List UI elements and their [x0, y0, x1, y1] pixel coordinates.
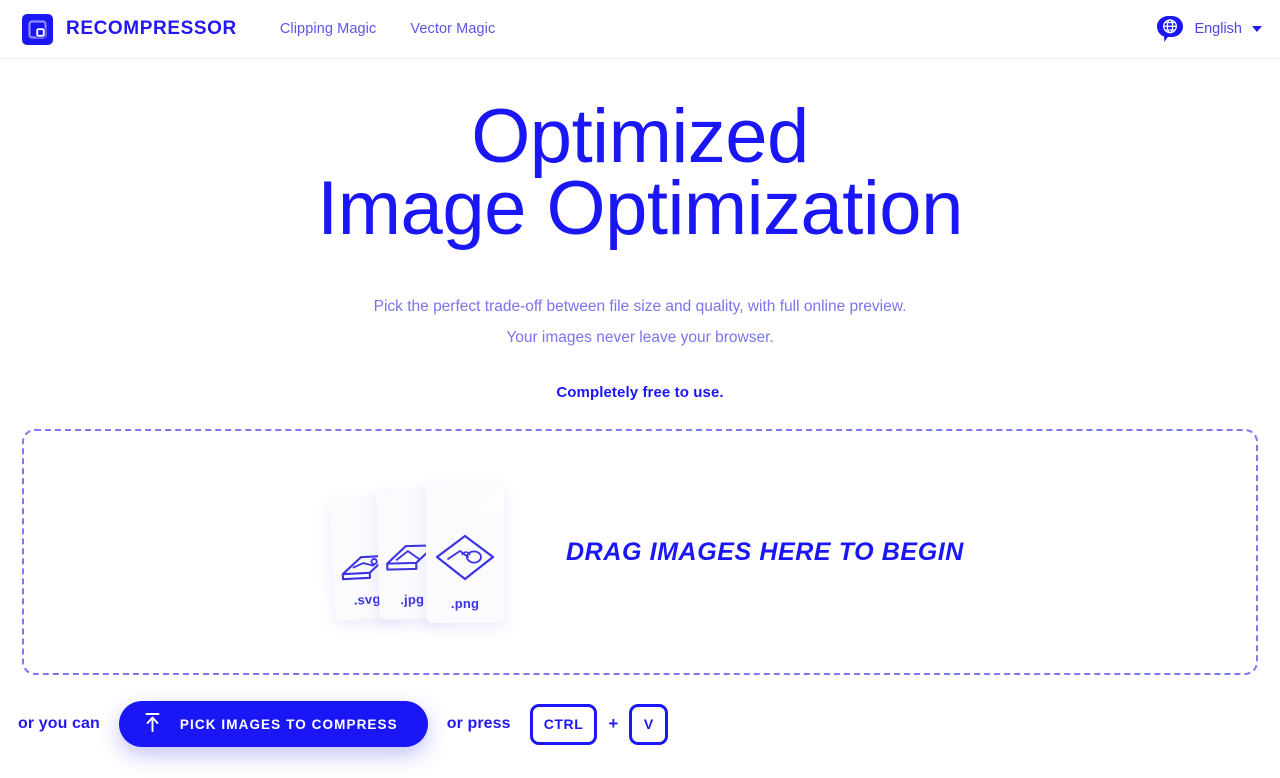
nav-link-vector-magic[interactable]: Vector Magic	[410, 21, 495, 37]
chevron-down-icon	[1252, 26, 1262, 32]
key-v: V	[629, 703, 669, 745]
headline-line-2: Image Optimization	[317, 166, 963, 251]
page-title: Optimized Image Optimization	[0, 99, 1280, 247]
png-artwork-icon	[434, 533, 496, 590]
folded-corner-icon	[478, 485, 504, 511]
nav-link-clipping-magic[interactable]: Clipping Magic	[280, 21, 377, 37]
globe-icon	[1155, 14, 1185, 44]
primary-nav: Clipping Magic Vector Magic	[280, 21, 496, 37]
action-row: or you can PICK IMAGES TO COMPRESS or pr…	[18, 701, 1280, 747]
upload-arrow-icon	[143, 712, 162, 736]
hint-before-keys: or press	[446, 715, 511, 732]
pick-images-button[interactable]: PICK IMAGES TO COMPRESS	[118, 701, 428, 747]
drag-instruction-text: DRAG IMAGES HERE TO BEGIN	[566, 537, 964, 566]
subtitle-line-1: Pick the perfect trade-off between file …	[373, 298, 907, 315]
brand-home-link[interactable]: RECOMPRESSOR	[22, 13, 237, 45]
free-to-use-note: Completely free to use.	[556, 384, 724, 401]
file-card-png: .png	[426, 485, 505, 623]
language-label: English	[1194, 21, 1242, 37]
file-card-label-png: .png	[450, 596, 480, 611]
hint-before-button: or you can	[18, 715, 100, 732]
pick-images-button-label: PICK IMAGES TO COMPRESS	[179, 716, 398, 732]
file-type-illustration: .svg .jpg .png	[326, 481, 516, 623]
recompressor-square-logo-icon	[22, 13, 53, 45]
key-ctrl: CTRL	[529, 703, 598, 745]
image-dropzone[interactable]: .svg .jpg .png DRAG IMAGES HERE TO BEGIN	[22, 429, 1258, 675]
key-plus-separator: +	[608, 714, 619, 733]
hero-section: Optimized Image Optimization Pick the pe…	[0, 59, 1280, 402]
keyboard-shortcut: CTRL + V	[529, 703, 669, 745]
subtitle-line-2: Your images never leave your browser.	[506, 329, 774, 346]
language-selector[interactable]: English	[1155, 14, 1262, 44]
brand-name: RECOMPRESSOR	[66, 18, 237, 39]
site-header: RECOMPRESSOR Clipping Magic Vector Magic…	[0, 0, 1280, 59]
hero-subtitle: Pick the perfect trade-off between file …	[0, 291, 1280, 353]
